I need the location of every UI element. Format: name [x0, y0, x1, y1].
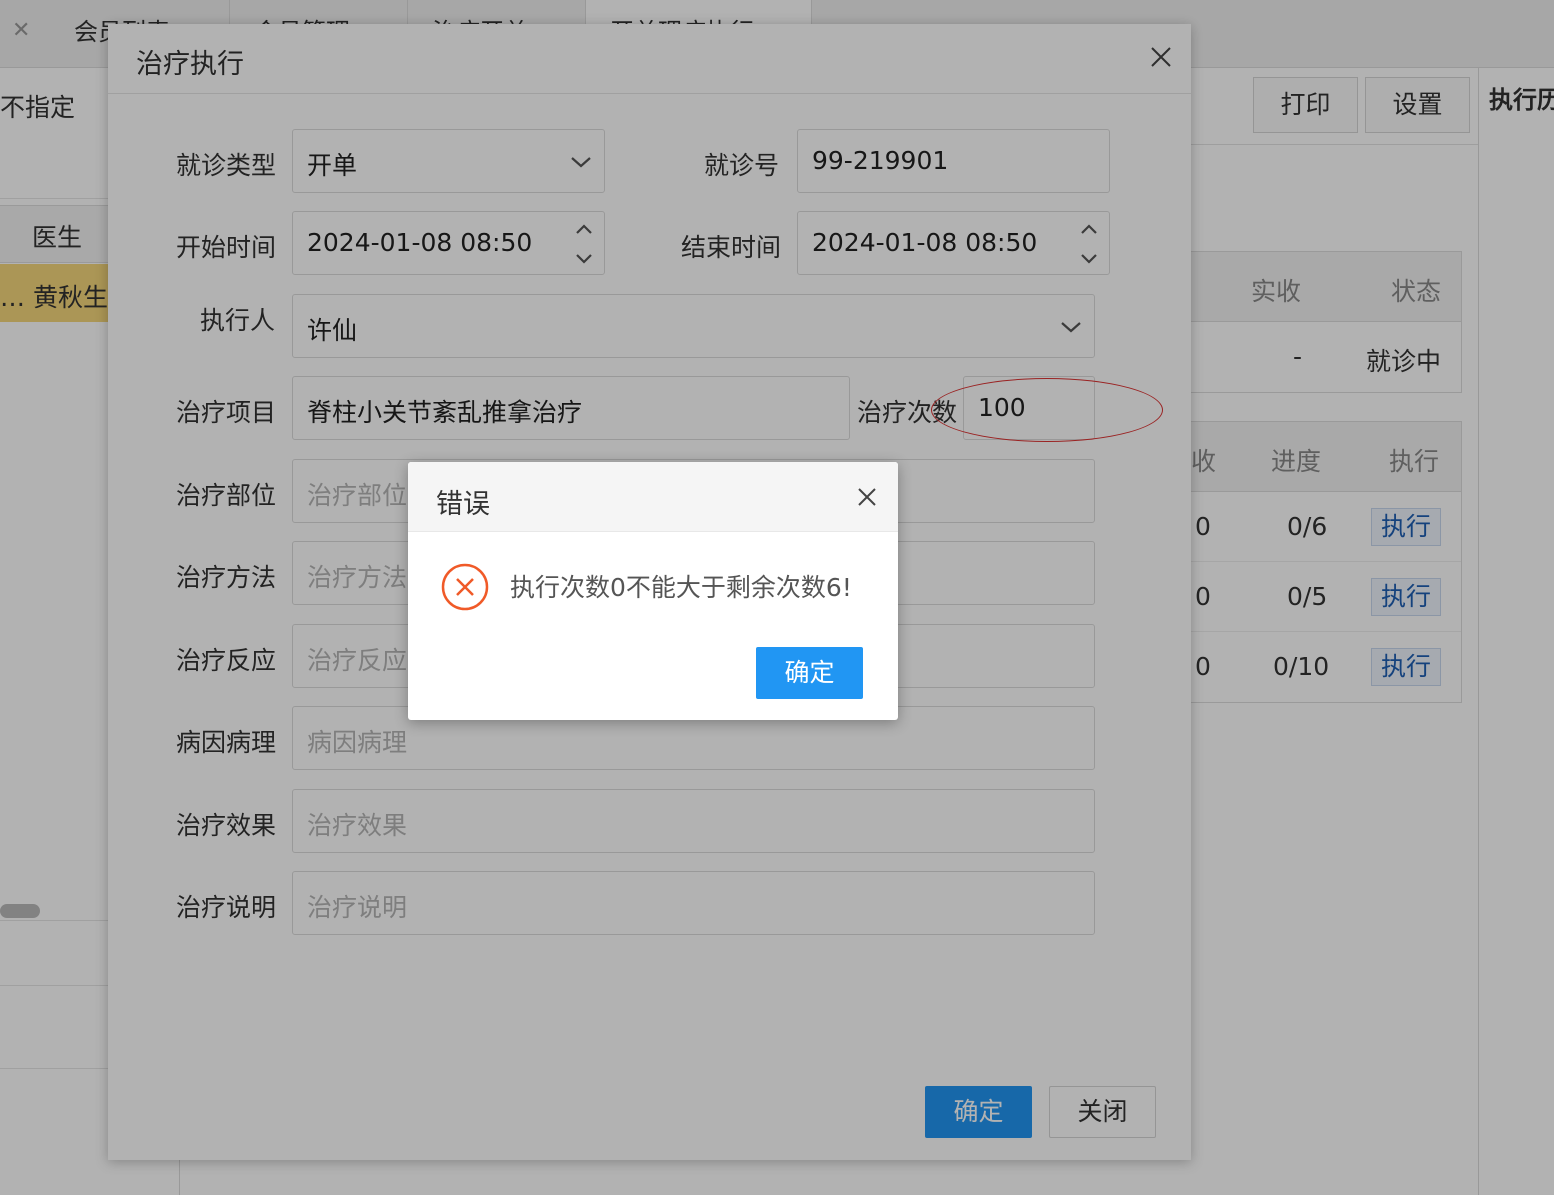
error-dialog-title: 错误: [436, 489, 490, 520]
error-icon: [441, 563, 489, 611]
error-message: 执行次数0不能大于剩余次数6!: [510, 573, 852, 602]
error-confirm-button[interactable]: 确定: [756, 647, 863, 699]
error-dialog-header: 错误: [408, 462, 898, 532]
error-dialog: 错误 执行次数0不能大于剩余次数6! 确定: [408, 462, 898, 720]
close-icon[interactable]: [856, 486, 878, 508]
